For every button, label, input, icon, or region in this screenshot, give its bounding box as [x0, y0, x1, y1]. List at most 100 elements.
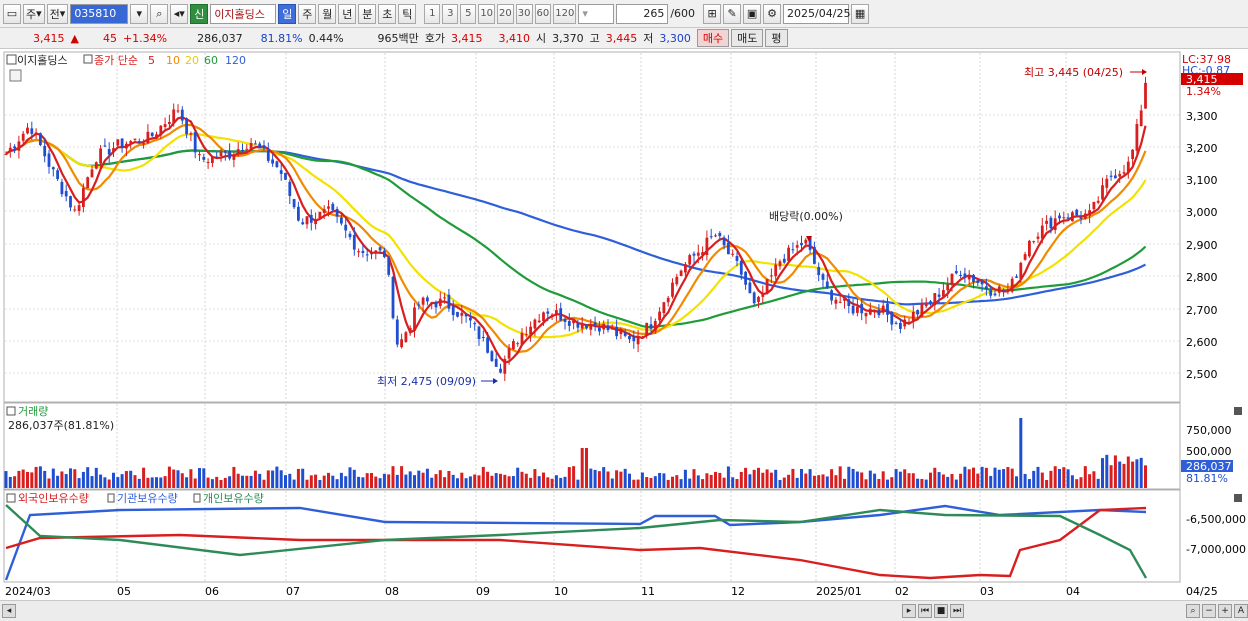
- candle-body: [408, 327, 412, 332]
- candle-body: [473, 323, 477, 325]
- holding-close-icon[interactable]: [1234, 494, 1242, 502]
- scroll-left-icon[interactable]: ◂: [2, 604, 16, 618]
- candle-body: [352, 235, 356, 250]
- candle-body: [82, 188, 85, 207]
- volume-bar: [81, 471, 85, 488]
- zoom-in-icon[interactable]: +: [1218, 604, 1232, 618]
- volume-bar: [275, 466, 279, 488]
- font-icon[interactable]: A: [1234, 604, 1248, 618]
- candle-body: [576, 322, 580, 328]
- candle-body: [714, 235, 717, 237]
- candle-body: [1040, 225, 1044, 239]
- zoom-icon[interactable]: ⌕: [1186, 604, 1200, 618]
- volume-bar: [516, 467, 520, 488]
- candle-body: [47, 153, 51, 167]
- legend-ma-20: 20: [185, 54, 199, 67]
- candle-body: [176, 110, 180, 112]
- price-y-axis: 3,300 3,200 3,100 3,000 2,900 2,800 2,70…: [1186, 110, 1218, 381]
- volume-bar: [1066, 469, 1070, 488]
- xtick-10: 10: [554, 585, 568, 598]
- scroll-right-icon[interactable]: ▸: [902, 604, 916, 618]
- volume-bar: [830, 469, 834, 488]
- volume-bar: [318, 479, 322, 488]
- volume-bar: [1058, 469, 1061, 488]
- volume-bar: [327, 472, 330, 488]
- candle-body: [705, 237, 709, 255]
- volume-bar: [1023, 473, 1027, 488]
- candle-body: [494, 358, 498, 367]
- candle-body: [193, 132, 197, 153]
- table-icon[interactable]: [9, 69, 22, 82]
- candle-body: [903, 319, 907, 327]
- volume-bar: [370, 472, 373, 488]
- volume-bar: [86, 467, 90, 488]
- candle-body: [395, 319, 399, 345]
- candle-body: [911, 312, 915, 322]
- candle-body: [774, 264, 778, 277]
- volume-bar: [1105, 454, 1109, 488]
- xtick-08: 08: [385, 585, 399, 598]
- volume-bar: [855, 471, 859, 488]
- candle-body: [266, 150, 270, 161]
- candle-body: [477, 326, 481, 339]
- candle-body: [512, 341, 515, 350]
- volume-bar: [56, 475, 60, 488]
- chart-area[interactable]: 이지홀딩스 종가 단순 5 10 20 60 120 LC:37.98 HC:-…: [0, 0, 1248, 621]
- candle-body: [279, 170, 283, 174]
- zoom-out-icon[interactable]: −: [1202, 604, 1216, 618]
- volume-bar: [993, 467, 997, 488]
- candle-body: [821, 274, 825, 280]
- volume-bar: [284, 475, 287, 488]
- candle-body: [671, 282, 674, 297]
- candle-body: [593, 322, 597, 326]
- volume-bar: [460, 472, 464, 488]
- volume-bar: [757, 467, 760, 488]
- candle-body: [327, 206, 330, 209]
- scroll-first-icon[interactable]: ⏮: [918, 604, 932, 618]
- candle-body: [658, 311, 661, 321]
- candle-body: [73, 209, 77, 211]
- volume-bar: [69, 468, 72, 488]
- dividend-annotation: 배당락(0.00%): [769, 210, 843, 223]
- volume-bar: [266, 470, 270, 488]
- volume-bar: [17, 470, 21, 488]
- volume-bar: [537, 476, 541, 488]
- candle-body: [318, 211, 322, 219]
- volume-bar: [107, 479, 111, 488]
- volume-bar: [314, 474, 318, 488]
- candle-body: [1015, 276, 1018, 278]
- volume-close-icon[interactable]: [1234, 407, 1242, 415]
- volume-bar: [804, 473, 808, 488]
- volume-bar: [1135, 459, 1139, 488]
- volume-bar: [898, 471, 902, 488]
- xtick-last: 04/25: [1186, 585, 1218, 598]
- chart-scrollbar[interactable]: ◂ ▸ ⏮ ■ ⏭ ⌕ − + A: [0, 600, 1248, 621]
- volume-bar: [503, 474, 507, 488]
- candle-body: [1036, 236, 1040, 239]
- candle-body: [374, 250, 378, 254]
- volume-bar: [890, 477, 894, 488]
- volume-bar: [718, 472, 722, 488]
- volume-bar: [769, 472, 773, 488]
- volume-bar: [1032, 470, 1036, 488]
- volume-bar: [696, 475, 700, 488]
- candle-body: [580, 324, 584, 329]
- volume-bar: [425, 468, 429, 488]
- candle-body: [967, 276, 971, 280]
- volume-bar: [602, 467, 606, 488]
- candle-body: [744, 271, 747, 285]
- volume-bar: [51, 468, 55, 488]
- volume-bar: [507, 476, 511, 488]
- volume-bar: [400, 466, 404, 488]
- candle-body: [701, 252, 704, 256]
- candle-body: [942, 290, 945, 297]
- candle-body: [899, 322, 902, 329]
- stop-icon[interactable]: ■: [934, 604, 948, 618]
- candle-body: [185, 118, 188, 135]
- volume-bar: [223, 477, 227, 488]
- candle-body: [860, 303, 864, 314]
- volume-bar: [907, 473, 911, 488]
- volume-bar: [791, 468, 795, 488]
- candle-body: [120, 138, 124, 148]
- scroll-last-icon[interactable]: ⏭: [950, 604, 964, 618]
